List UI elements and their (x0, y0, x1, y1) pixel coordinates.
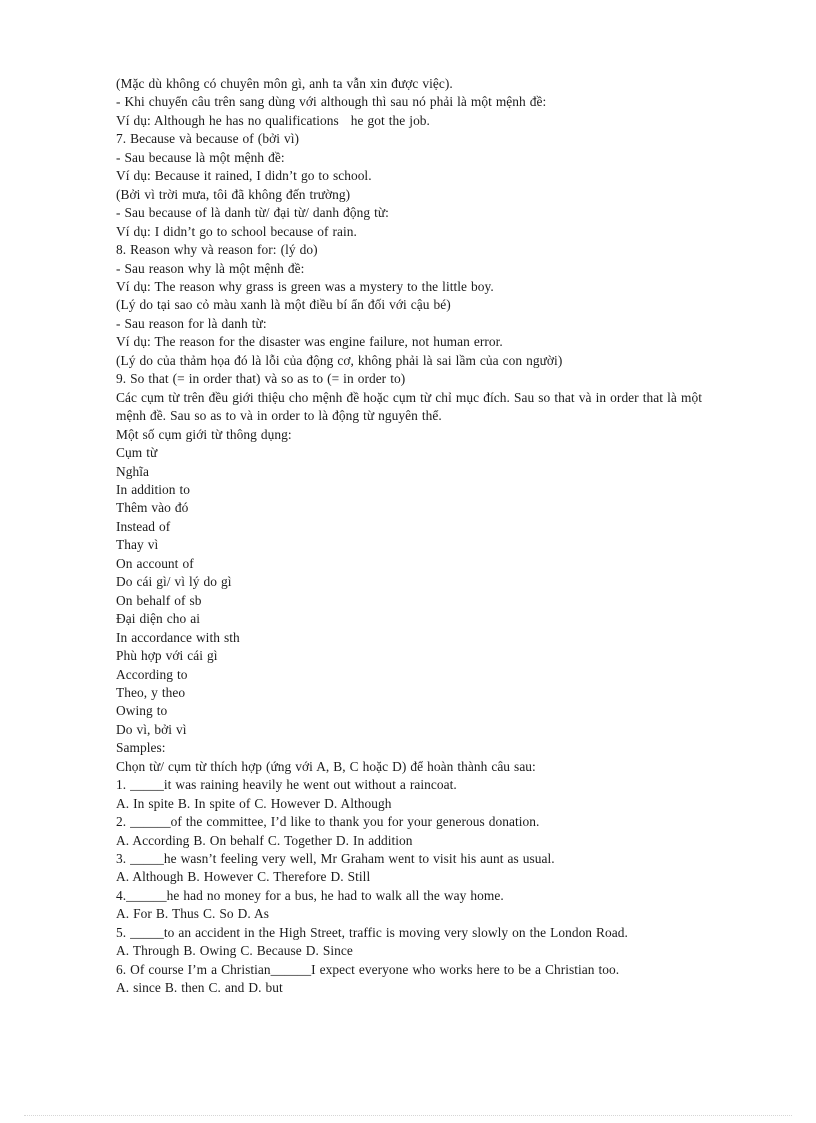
instruction-line: Chọn từ/ cụm từ thích hợp (ứng với A, B,… (116, 758, 536, 774)
page-footer-rule (24, 1115, 792, 1118)
glossary-term: Thêm vào đó (116, 500, 189, 516)
answer-options: A. since B. then C. and D. but (116, 980, 283, 996)
text-line: 9. So that (= in order that) và so as to… (116, 371, 406, 387)
text-line: - Sau reason why là một mệnh đề: (116, 260, 305, 276)
glossary-term: Do cái gì/ vì lý do gì (116, 574, 232, 590)
answer-options: A. According B. On behalf C. Together D.… (116, 832, 413, 848)
glossary-term: Nghĩa (116, 463, 149, 479)
document-page: (Mặc dù không có chuyên môn gì, anh ta v… (0, 0, 816, 1123)
text-line: - Sau because là một mệnh đề: (116, 149, 285, 165)
question-stem: 4.______he had no money for a bus, he ha… (116, 887, 504, 903)
text-line: Ví dụ: The reason why grass is green was… (116, 278, 494, 294)
answer-options: A. For B. Thus C. So D. As (116, 906, 269, 922)
glossary-term: Instead of (116, 518, 171, 534)
glossary-term: Theo, y theo (116, 684, 186, 700)
text-line: - Sau reason for là danh từ: (116, 315, 267, 331)
question-stem: 2. ______of the committee, I’d like to t… (116, 814, 540, 830)
text-line: (Bởi vì trời mưa, tôi đã không đến trườn… (116, 186, 351, 202)
glossary-term: Thay vì (116, 537, 159, 553)
question-stem: 5. _____to an accident in the High Stree… (116, 924, 628, 940)
glossary-term: In addition to (116, 481, 191, 497)
glossary-term: Đại diện cho ai (116, 611, 200, 627)
text-line: 8. Reason why và reason for: (lý do) (116, 242, 318, 258)
answer-options: A. Although B. However C. Therefore D. S… (116, 869, 371, 885)
text-line: - Khi chuyển câu trên sang dùng với alth… (116, 94, 547, 110)
text-line: Ví dụ: I didn’t go to school because of … (116, 223, 357, 239)
text-line: Ví dụ: Although he has no qualifications… (116, 112, 430, 128)
text-line: (Mặc dù không có chuyên môn gì, anh ta v… (116, 76, 453, 91)
text-line: - Sau because of là danh từ/ đại từ/ dan… (116, 205, 389, 221)
glossary-term: In accordance with sth (116, 629, 240, 645)
text-line: Ví dụ: Because it rained, I didn’t go to… (116, 168, 372, 184)
text-line: Ví dụ: The reason for the disaster was e… (116, 334, 503, 350)
glossary-term: According to (116, 666, 188, 682)
glossary-term: On account of (116, 555, 194, 571)
question-stem: 3. _____he wasn’t feeling very well, Mr … (116, 851, 555, 867)
document-text-body: (Mặc dù không có chuyên môn gì, anh ta v… (116, 75, 702, 998)
answer-options: A. In spite B. In spite of C. However D.… (116, 795, 392, 811)
text-line: 7. Because và because of (bởi vì) (116, 131, 299, 147)
glossary-term: Phù hợp với cái gì (116, 648, 218, 664)
glossary-term: On behalf of sb (116, 592, 202, 608)
glossary-term: Cụm từ (116, 445, 158, 461)
glossary-term: Owing to (116, 703, 168, 719)
answer-options: A. Through B. Owing C. Because D. Since (116, 943, 353, 959)
section-heading-samples: Samples: (116, 740, 166, 756)
text-line: Một số cụm giới từ thông dụng: (116, 426, 292, 442)
text-line: (Lý do tại sao cỏ màu xanh là một điều b… (116, 297, 451, 313)
text-line: (Lý do của thảm họa đó là lỗi của động c… (116, 352, 563, 368)
text-paragraph: Các cụm từ trên đều giới thiệu cho mệnh … (116, 389, 706, 424)
glossary-term: Do vì, bởi vì (116, 721, 187, 737)
question-stem: 1. _____it was raining heavily he went o… (116, 777, 457, 793)
question-stem: 6. Of course I’m a Christian______I expe… (116, 961, 620, 977)
